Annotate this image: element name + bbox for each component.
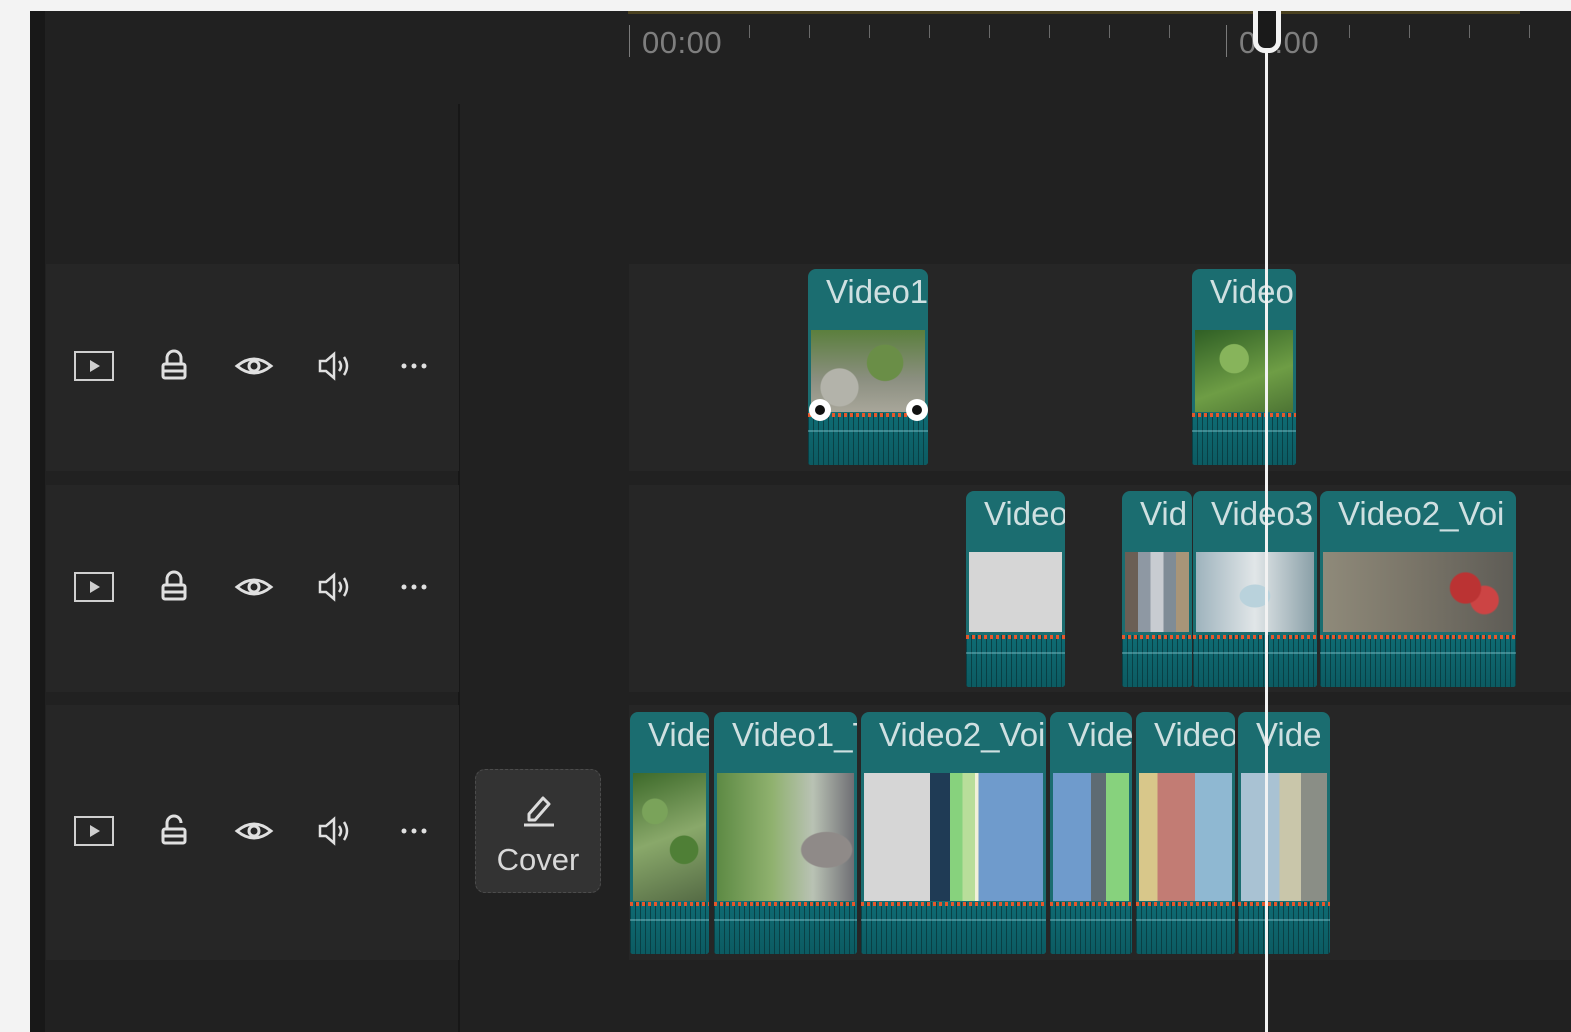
volume-icon[interactable]: [312, 565, 356, 609]
clip-audio-waveform: [1238, 902, 1330, 954]
clip-thumbnail: [1323, 552, 1513, 632]
playhead-line[interactable]: [1265, 38, 1268, 1032]
clip-label: Vide: [1256, 716, 1322, 753]
clip-audio-waveform: [1122, 635, 1192, 687]
video-clip[interactable]: Video2_Voi: [1320, 491, 1516, 687]
video-clip[interactable]: Vide: [1050, 712, 1132, 954]
clip-thumbnail: [1125, 552, 1189, 632]
eye-icon[interactable]: [232, 565, 276, 609]
ruler-tick: [929, 25, 930, 38]
more-icon[interactable]: [392, 565, 436, 609]
video-clip[interactable]: Video3: [1193, 491, 1317, 687]
more-icon[interactable]: [392, 809, 436, 853]
clip-thumbnail: [1196, 552, 1314, 632]
clip-thumbnail: [1139, 773, 1232, 901]
clip-thumbnail: [811, 330, 925, 412]
clip-label: Vide: [1068, 716, 1132, 753]
clip-audio-waveform: [1050, 902, 1132, 954]
clip-thumbnail: [1195, 330, 1293, 412]
clip-audio-waveform: [1192, 413, 1296, 465]
lock-icon[interactable]: [152, 344, 196, 388]
track-header-1: [46, 264, 459, 471]
ruler-label-start: 00:00: [642, 25, 723, 60]
clip-label: Video2_Voi: [879, 716, 1046, 753]
playhead-handle[interactable]: [1253, 11, 1281, 53]
lock-icon[interactable]: [152, 565, 196, 609]
clip-label: Video1_T: [732, 716, 857, 753]
time-ruler[interactable]: 00:00 05:00: [628, 11, 1571, 71]
ruler-tick-major: [629, 25, 630, 57]
clip-label: Vide: [648, 716, 709, 753]
clip-thumbnail: [717, 773, 854, 901]
clip-thumbnail: [969, 552, 1062, 632]
ruler-progress-line: [628, 11, 1520, 14]
pencil-icon: [524, 796, 554, 827]
clip-thumbnail: [864, 773, 1043, 901]
clip-thumbnail: [1241, 773, 1327, 901]
track-row-1: [629, 264, 1571, 471]
video-clip[interactable]: Video1_T: [714, 712, 857, 954]
track-header-3: [46, 705, 459, 960]
clip-audio-waveform: [630, 902, 709, 954]
clip-label: Video: [1154, 716, 1235, 753]
clip-label: Video: [984, 495, 1065, 532]
clip-audio-waveform: [966, 635, 1065, 687]
track-header-2: [46, 485, 459, 692]
ruler-tick: [1349, 25, 1350, 38]
volume-icon[interactable]: [312, 344, 356, 388]
clip-audio-waveform: [861, 902, 1046, 954]
clip-label: Vid: [1140, 495, 1188, 532]
ruler-tick: [869, 25, 870, 38]
video-clip[interactable]: Video: [1192, 269, 1296, 465]
cover-button[interactable]: Cover: [475, 769, 601, 893]
clip-audio-waveform: [1320, 635, 1516, 687]
ruler-tick: [1529, 25, 1530, 38]
clip-audio-waveform: [808, 413, 928, 465]
clip-audio-waveform: [1136, 902, 1235, 954]
video-clip[interactable]: Video: [966, 491, 1065, 687]
timeline-editor: 00:00 05:00: [30, 11, 1571, 1032]
video-clip[interactable]: Video1: [808, 269, 928, 465]
volume-icon[interactable]: [312, 809, 356, 853]
ruler-tick: [1049, 25, 1050, 38]
keyframe-handle[interactable]: [906, 399, 928, 421]
eye-icon[interactable]: [232, 344, 276, 388]
video-clip[interactable]: Video: [1136, 712, 1235, 954]
unlock-icon[interactable]: [152, 809, 196, 853]
cover-label: Cover: [496, 842, 580, 877]
ruler-tick-major: [1226, 25, 1227, 57]
ruler-tick: [1409, 25, 1410, 38]
ruler-tick: [809, 25, 810, 38]
left-panel-edge: [30, 11, 45, 1032]
eye-icon[interactable]: [232, 809, 276, 853]
video-clip[interactable]: Video2_Voi: [861, 712, 1046, 954]
video-track-icon[interactable]: [72, 809, 116, 853]
ruler-tick: [989, 25, 990, 38]
ruler-tick: [1169, 25, 1170, 38]
video-clip[interactable]: Vide: [1238, 712, 1330, 954]
clip-thumbnail: [1053, 773, 1129, 901]
keyframe-handle[interactable]: [809, 399, 831, 421]
ruler-tick: [1469, 25, 1470, 38]
video-clip[interactable]: Vid: [1122, 491, 1192, 687]
clip-audio-waveform: [714, 902, 857, 954]
clip-thumbnail: [633, 773, 706, 901]
ruler-tick: [749, 25, 750, 38]
ruler-tick: [1109, 25, 1110, 38]
clip-label: Video: [1210, 273, 1294, 310]
video-track-icon[interactable]: [72, 565, 116, 609]
clip-label: Video3: [1211, 495, 1314, 532]
clip-label: Video1: [826, 273, 928, 310]
video-clip[interactable]: Vide: [630, 712, 709, 954]
video-track-icon[interactable]: [72, 344, 116, 388]
clip-label: Video2_Voi: [1338, 495, 1505, 532]
clip-audio-waveform: [1193, 635, 1317, 687]
more-icon[interactable]: [392, 344, 436, 388]
